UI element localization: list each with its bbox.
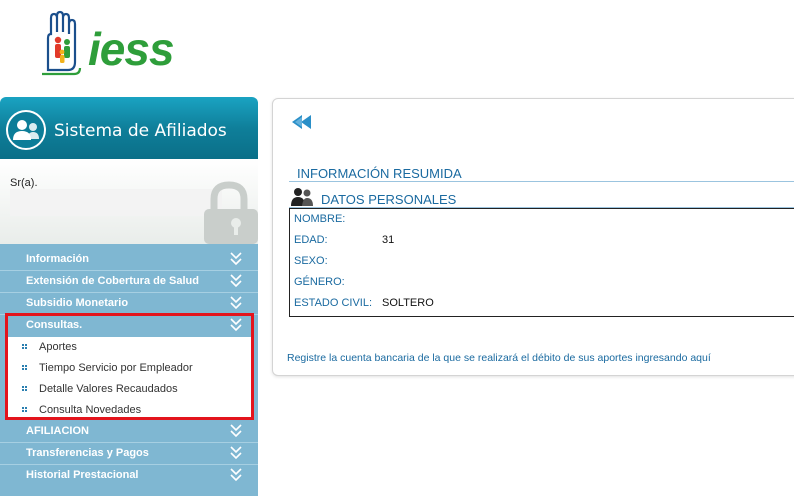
menu-item-label: Extensión de Cobertura de Salud <box>26 275 199 287</box>
personal-data-title: DATOS PERSONALES <box>321 192 457 207</box>
menu-item-label: Historial Prestacional <box>26 469 139 481</box>
field-label: GÉNERO: <box>294 276 345 288</box>
rewind-icon[interactable] <box>291 114 319 130</box>
highlight-box <box>5 313 254 420</box>
field-value: 31 <box>382 234 395 246</box>
menu-item-label: Transferencias y Pagos <box>26 447 149 459</box>
greeting-label: Sr(a). <box>10 177 38 189</box>
field-value: SOLTERO <box>382 297 434 309</box>
field-label: ESTADO CIVIL: <box>294 297 373 309</box>
user-info: Sr(a). <box>0 159 258 244</box>
menu-item-informacion[interactable]: Información <box>0 249 258 270</box>
chevron-down-icon <box>230 296 242 310</box>
family-hand-icon <box>42 10 82 76</box>
personal-data-table: NOMBRE: EDAD: 31 SEXO: GÉNERO: ESTADO CI… <box>289 208 794 317</box>
menu-item-historial-prestacional[interactable]: Historial Prestacional <box>0 465 258 486</box>
menu-item-extension-cobertura[interactable]: Extensión de Cobertura de Salud <box>0 271 258 292</box>
section-title: INFORMACIÓN RESUMIDA <box>297 166 462 181</box>
field-label: EDAD: <box>294 234 328 246</box>
menu-item-transferencias-pagos[interactable]: Transferencias y Pagos <box>0 443 258 464</box>
menu-item-afiliacion[interactable]: AFILIACION <box>0 421 258 442</box>
system-header: Sistema de Afiliados <box>0 97 258 159</box>
menu-item-subsidio-monetario[interactable]: Subsidio Monetario <box>0 293 258 314</box>
menu-item-label: AFILIACION <box>26 425 89 437</box>
system-title: Sistema de Afiliados <box>54 121 227 141</box>
chevron-down-icon <box>230 252 242 266</box>
register-bank-account-link[interactable]: Registre la cuenta bancaria de la que se… <box>287 352 711 364</box>
chevron-down-icon <box>230 424 242 438</box>
users-icon <box>6 110 46 150</box>
iess-logo: iess <box>40 10 220 80</box>
section-divider <box>289 181 794 182</box>
field-label: NOMBRE: <box>294 213 346 225</box>
lock-icon <box>200 181 258 244</box>
iess-logo-text: iess <box>88 23 175 75</box>
menu-item-label: Subsidio Monetario <box>26 297 129 309</box>
menu-item-label: Información <box>26 253 89 265</box>
user-name-field <box>10 189 222 216</box>
chevron-down-icon <box>230 446 242 460</box>
chevron-down-icon <box>230 274 242 288</box>
people-icon <box>291 188 313 206</box>
field-label: SEXO: <box>294 255 328 267</box>
chevron-down-icon <box>230 468 242 482</box>
main-panel: INFORMACIÓN RESUMIDA DATOS PERSONALES NO… <box>272 98 794 376</box>
